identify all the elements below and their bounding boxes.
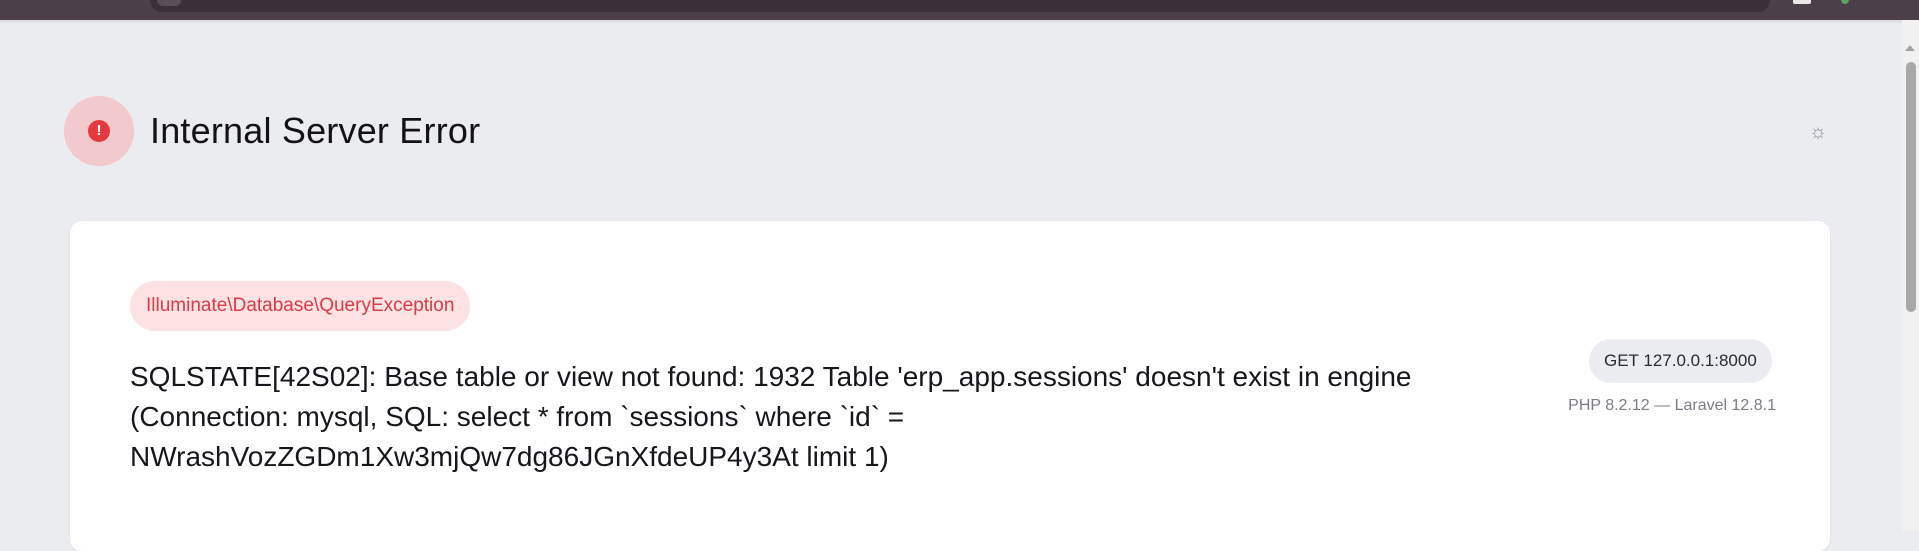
address-bar-icon[interactable] [157, 0, 181, 6]
scrollbar-thumb[interactable] [1906, 62, 1916, 312]
page-header: ! Internal Server Error [64, 96, 480, 166]
page-scrollbar[interactable] [1902, 20, 1919, 531]
browser-extension-icon[interactable] [1841, 0, 1849, 4]
sun-icon[interactable]: ☼ [1805, 119, 1831, 145]
exception-message: SQLSTATE[42S02]: Base table or view not … [130, 361, 1412, 472]
browser-menu-icon[interactable] [1793, 0, 1811, 4]
browser-toolbar [0, 0, 1919, 20]
address-bar[interactable] [150, 0, 1770, 12]
version-info: PHP 8.2.12 — Laravel 12.8.1 [1568, 397, 1776, 414]
exception-card: Illuminate\Database\QueryException SQLST… [70, 221, 1830, 551]
error-badge: ! [64, 96, 134, 166]
exception-class-badge[interactable]: Illuminate\Database\QueryException [130, 281, 471, 331]
request-method-url: GET 127.0.0.1:8000 [1589, 339, 1772, 383]
exclamation-icon: ! [88, 120, 110, 142]
page-title: Internal Server Error [150, 110, 481, 151]
scroll-up-arrow-icon[interactable] [1905, 45, 1915, 51]
toolbar-shadow [0, 20, 1919, 24]
